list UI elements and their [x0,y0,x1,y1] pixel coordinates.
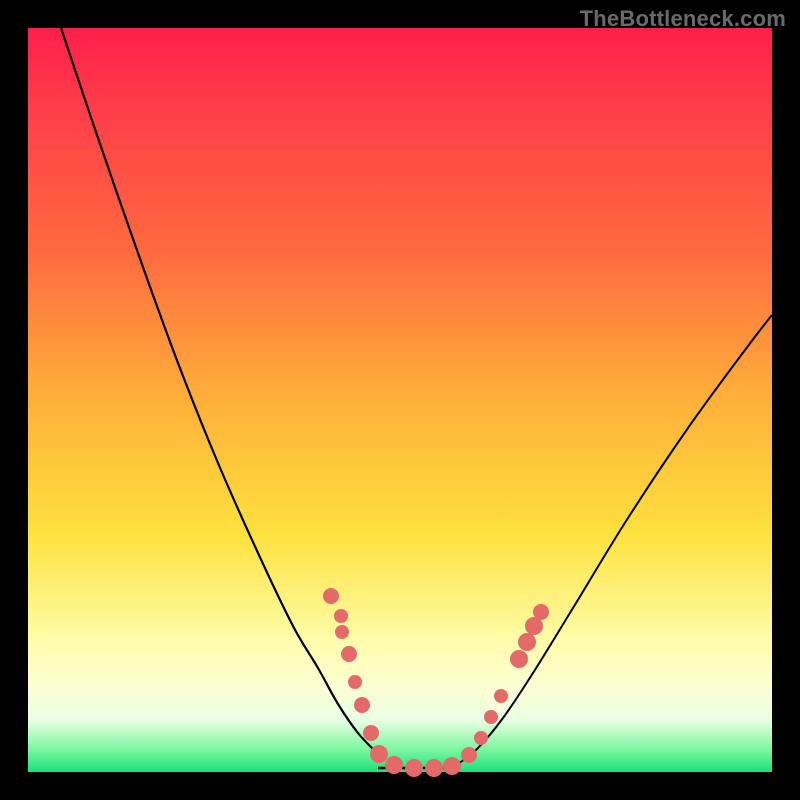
data-marker [494,689,508,703]
data-marker [341,646,357,662]
outer-frame: TheBottleneck.com [0,0,800,800]
data-marker [363,725,379,741]
data-marker [510,650,528,668]
data-marker [443,757,461,775]
data-marker [335,625,349,639]
data-marker [474,731,488,745]
data-marker [461,747,477,763]
data-marker [533,604,549,620]
data-marker [348,675,362,689]
data-marker [354,697,370,713]
chart-svg [28,28,772,772]
data-marker [405,759,423,777]
data-markers [323,588,549,777]
data-marker [484,710,498,724]
watermark-text: TheBottleneck.com [580,6,786,32]
data-marker [370,745,388,763]
data-marker [323,588,339,604]
data-marker [425,759,443,777]
curve-left-branch [61,28,378,754]
data-marker [334,609,348,623]
data-marker [385,756,403,774]
data-marker [518,633,536,651]
